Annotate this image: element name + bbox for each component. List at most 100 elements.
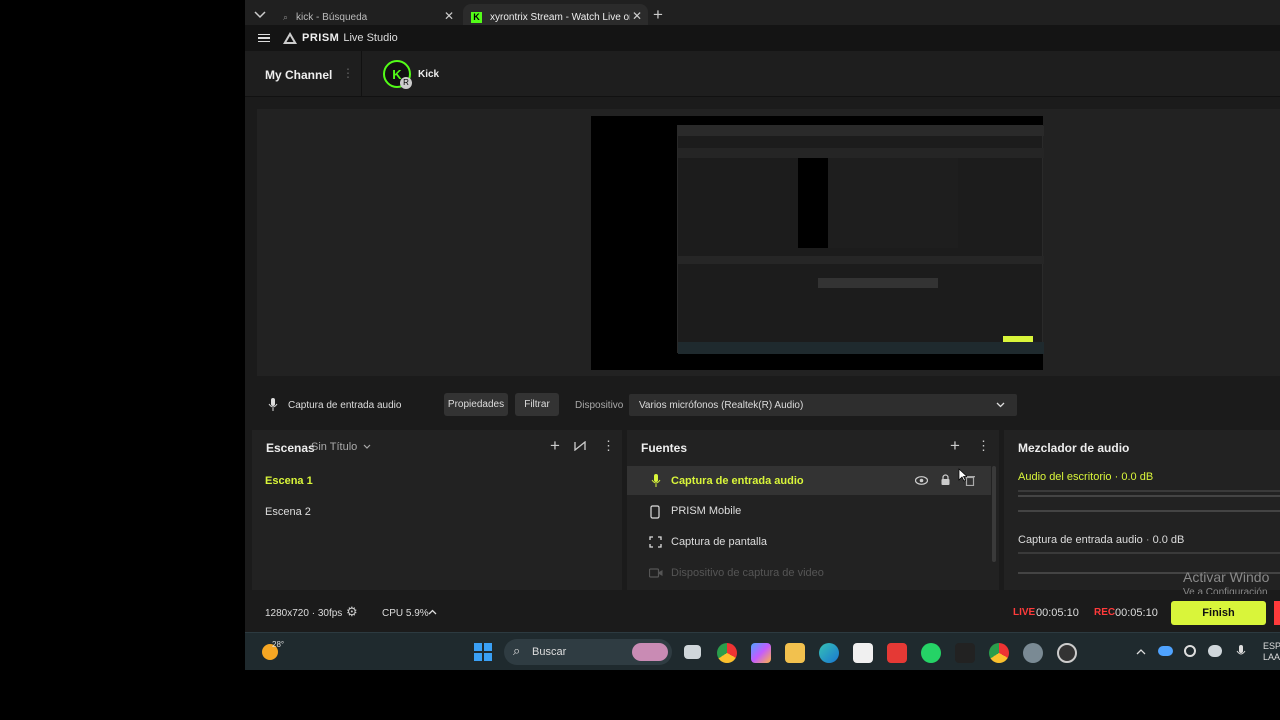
tab-list-dropdown-icon[interactable] xyxy=(251,6,269,24)
prism-taskbar-icon[interactable] xyxy=(955,643,975,663)
divider xyxy=(361,51,362,97)
live-label: LIVE xyxy=(1013,607,1036,618)
scenes-panel: Escenas Sin Título + ⋮ Escena 1 Escena 2 xyxy=(252,430,622,590)
channel-bar: My Channel ⋮ K R Kick xyxy=(245,51,1280,97)
separator-dot: · xyxy=(1145,534,1153,546)
visibility-eye-icon[interactable] xyxy=(915,476,928,485)
onedrive-icon[interactable] xyxy=(1158,646,1173,656)
close-tab-icon[interactable]: ✕ xyxy=(444,9,454,23)
taskbar-search-label: Buscar xyxy=(532,646,567,658)
weather-temperature: 28° xyxy=(272,640,285,649)
close-tab-icon[interactable]: ✕ xyxy=(632,9,642,23)
add-source-icon[interactable]: + xyxy=(950,436,960,456)
sources-title: Fuentes xyxy=(641,441,688,455)
rec-label: REC xyxy=(1094,607,1116,618)
store-icon[interactable] xyxy=(853,643,873,663)
language-line-1: ESP xyxy=(1263,641,1280,651)
mic-icon xyxy=(651,474,661,487)
my-channel-label[interactable]: My Channel xyxy=(265,68,332,82)
cpu-usage: CPU 5.9% xyxy=(382,608,429,619)
settings-gear-icon[interactable]: ⚙ xyxy=(346,604,358,620)
source-item[interactable]: PRISM Mobile xyxy=(627,497,991,526)
hamburger-menu-icon[interactable] xyxy=(258,32,270,45)
windows-taskbar: 28° ⌕ Buscar ESP LAA xyxy=(245,632,1280,670)
file-explorer-icon[interactable] xyxy=(785,643,805,663)
device-select[interactable]: Varios micrófonos (Realtek(R) Audio) xyxy=(629,394,1017,416)
resolution-text: 1280x720 · 30fps xyxy=(265,608,342,619)
windows-start-icon[interactable] xyxy=(474,643,492,661)
source-properties-bar: Captura de entrada audio Propiedades Fil… xyxy=(245,388,1280,422)
preview-canvas xyxy=(591,116,1044,370)
chrome-profile-icon[interactable] xyxy=(989,643,1009,663)
scene-item-2[interactable]: Escena 2 xyxy=(265,506,311,518)
obs-icon[interactable] xyxy=(1057,643,1077,663)
taskbar-search-box[interactable]: ⌕ Buscar xyxy=(504,639,672,665)
sources-scrollbar[interactable] xyxy=(992,466,996,562)
source-item-label: Captura de pantalla xyxy=(671,536,768,548)
wps-office-icon[interactable] xyxy=(887,643,907,663)
mouse-cursor-icon xyxy=(958,468,967,482)
watermark-line-1: Activar Windo xyxy=(1183,569,1270,585)
chrome-icon[interactable] xyxy=(717,643,737,663)
new-tab-button[interactable]: + xyxy=(653,5,663,25)
search-icon: ⌕ xyxy=(283,11,289,22)
task-view-icon[interactable] xyxy=(684,645,701,659)
selected-source-name: Captura de entrada audio xyxy=(288,400,402,411)
status-bar: 1280x720 · 30fps ⚙ CPU 5.9% LIVE 00:05:1… xyxy=(245,594,1280,632)
kick-favicon-icon: K xyxy=(471,11,482,23)
edge-icon[interactable] xyxy=(819,643,839,663)
source-item[interactable]: Dispositivo de captura de video xyxy=(627,559,991,588)
channel-more-icon[interactable]: ⋮ xyxy=(342,66,354,80)
finish-button[interactable]: Finish xyxy=(1171,601,1266,625)
record-button[interactable] xyxy=(1274,601,1280,625)
language-indicator[interactable]: ESP LAA xyxy=(1263,641,1280,663)
source-item[interactable]: Captura de pantalla xyxy=(627,528,991,557)
sources-panel: Fuentes + ⋮ Captura de entrada audio PRI… xyxy=(627,430,999,590)
scenes-title: Escenas xyxy=(266,441,315,455)
mixer-channel-label: Audio del escritorio xyxy=(1018,471,1112,483)
copilot-icon[interactable] xyxy=(751,643,771,663)
whatsapp-icon[interactable] xyxy=(921,643,941,663)
audio-mixer-panel: Mezclador de audio Audio del escritorio … xyxy=(1004,430,1280,590)
app-title-bar: PRISM Live Studio xyxy=(245,25,1280,51)
volume-slider[interactable] xyxy=(1018,510,1280,512)
add-scene-icon[interactable]: + xyxy=(550,436,560,456)
camera-icon xyxy=(649,568,663,578)
scenes-more-icon[interactable]: ⋮ xyxy=(602,438,615,454)
kick-channel-avatar[interactable]: K R xyxy=(383,60,412,89)
settings-app-icon[interactable] xyxy=(1023,643,1043,663)
mixer-channel: Audio del escritorio · 0.0 dB xyxy=(1018,471,1153,483)
mixer-channel-level: 0.0 dB xyxy=(1152,534,1185,546)
chevron-up-icon[interactable] xyxy=(428,609,437,615)
microphone-tray-icon[interactable] xyxy=(1236,645,1246,659)
lock-icon[interactable] xyxy=(941,474,950,486)
scene-collection-dropdown[interactable]: Sin Título xyxy=(311,441,371,453)
search-icon: ⌕ xyxy=(513,643,521,658)
scene-item-1[interactable]: Escena 1 xyxy=(265,475,313,487)
prism-window: ⌕ kick - Búsqueda ✕ K xyrontrix Stream -… xyxy=(245,0,1280,670)
chevron-down-icon xyxy=(996,402,1005,408)
transition-icon[interactable] xyxy=(574,441,586,451)
mic-icon xyxy=(268,398,278,411)
tray-app-icon[interactable] xyxy=(1184,645,1196,657)
resolution-value: 1280x720 xyxy=(265,608,309,619)
volume-slider[interactable] xyxy=(1018,495,1280,497)
source-item-label: PRISM Mobile xyxy=(671,505,742,517)
filter-button[interactable]: Filtrar xyxy=(515,393,559,416)
source-item[interactable]: Captura de entrada audio xyxy=(627,466,991,495)
stream-preview[interactable] xyxy=(257,109,1280,376)
platform-badge-icon: R xyxy=(400,77,412,89)
rec-timer: 00:05:10 xyxy=(1115,607,1158,619)
network-icon[interactable] xyxy=(1208,645,1222,657)
chevron-up-icon[interactable] xyxy=(1136,648,1146,655)
app-name-bold: PRISM xyxy=(302,32,340,44)
browser-tab-label: xyrontrix Stream - Watch Live on K xyxy=(490,11,630,23)
properties-button[interactable]: Propiedades xyxy=(444,393,508,416)
source-item-label: Dispositivo de captura de video xyxy=(671,567,824,579)
device-select-value: Varios micrófonos (Realtek(R) Audio) xyxy=(639,400,804,411)
fps-value: 30fps xyxy=(317,608,343,619)
device-label: Dispositivo xyxy=(575,400,624,411)
sources-more-icon[interactable]: ⋮ xyxy=(977,438,990,454)
mixer-channel: Captura de entrada audio · 0.0 dB xyxy=(1018,534,1184,546)
mixer-channel-label: Captura de entrada audio xyxy=(1018,534,1143,546)
